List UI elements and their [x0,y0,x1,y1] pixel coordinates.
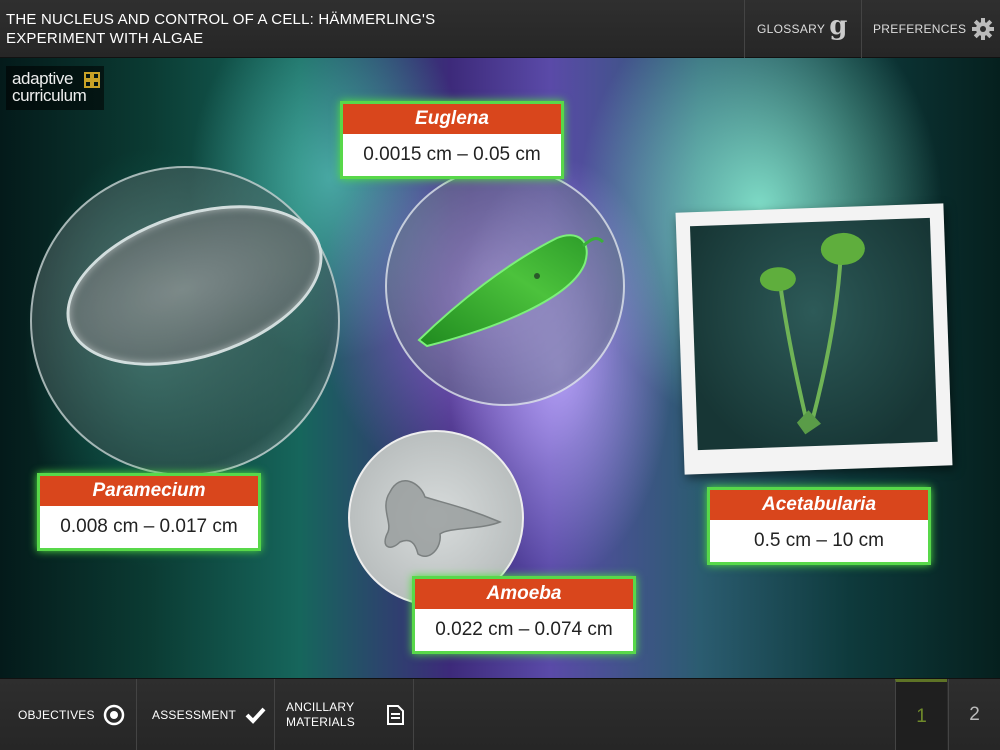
assessment-button[interactable]: ASSESSMENT [137,679,275,750]
euglena-bubble[interactable] [385,166,625,406]
bottom-bar: OBJECTIVES ASSESSMENT ANCILLARY MATERIAL… [0,678,1000,750]
objectives-label: OBJECTIVES [18,708,95,722]
adaptive-curriculum-logo: adaptive curriculum [6,66,104,110]
glossary-label: GLOSSARY [757,22,826,36]
page-2-button[interactable]: 2 [948,679,1000,750]
ancillary-label-line-1: ANCILLARY [286,700,355,714]
preferences-label: PREFERENCES [873,22,967,36]
top-bar: THE NUCLEUS AND CONTROL OF A CELL: HÄMME… [0,0,1000,58]
amoeba-name: Amoeba [415,579,633,609]
amoeba-cell [384,480,502,557]
assessment-label: ASSESSMENT [152,708,237,722]
logo-line-2: curriculum [12,86,87,105]
paramecium-cell [46,175,343,396]
euglena-cell [417,234,605,348]
glossary-icon: g [829,11,848,41]
paramecium-label: Paramecium 0.008 cm – 0.017 cm [37,473,261,551]
paramecium-name: Paramecium [40,476,258,506]
interactive-stage: adaptive curriculum Euglena 0.0015 cm – … [0,58,1000,678]
euglena-name: Euglena [343,104,561,134]
logo-mark-icon [84,72,100,88]
lesson-title: THE NUCLEUS AND CONTROL OF A CELL: HÄMME… [6,11,436,47]
acetabularia-label: Acetabularia 0.5 cm – 10 cm [707,487,931,565]
euglena-size: 0.0015 cm – 0.05 cm [363,144,541,165]
page-1-button[interactable]: 1 [895,679,947,750]
amoeba-label: Amoeba 0.022 cm – 0.074 cm [412,576,636,654]
acetabularia-photo[interactable] [675,203,953,475]
acetabularia-image [689,217,938,451]
ancillary-materials-button[interactable]: ANCILLARY MATERIALS [275,679,414,750]
acetabularia-plant [759,232,865,435]
checkmark-icon [245,707,266,724]
acetabularia-size: 0.5 cm – 10 cm [754,530,884,551]
glossary-button[interactable]: GLOSSARY g [744,0,860,58]
euglena-label: Euglena 0.0015 cm – 0.05 cm [340,101,564,179]
gear-icon [972,18,995,40]
amoeba-size: 0.022 cm – 0.074 cm [435,619,613,640]
target-icon [103,704,124,726]
preferences-button[interactable]: PREFERENCES [861,0,1000,58]
objectives-button[interactable]: OBJECTIVES [0,679,137,750]
document-icon [387,705,404,725]
paramecium-bubble[interactable] [30,166,343,476]
acetabularia-name: Acetabularia [710,490,928,520]
ancillary-label-line-2: MATERIALS [286,715,355,729]
paramecium-size: 0.008 cm – 0.017 cm [60,516,238,537]
